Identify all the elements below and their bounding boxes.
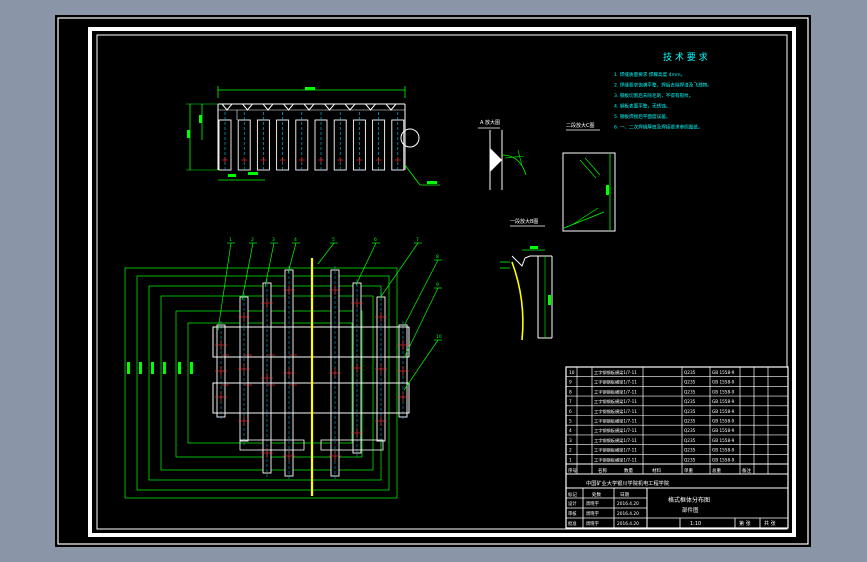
leader-number: 7 <box>416 237 419 243</box>
part-standard: GB 1558-9 <box>712 419 735 424</box>
drawing-subtitle: 部件图 <box>682 506 699 514</box>
part-name: 工字钢钢板横梁1/7-11 <box>594 379 637 386</box>
part-name: 工字钢钢板横梁1/7-11 <box>594 388 637 395</box>
part-number: 3 <box>569 438 572 444</box>
drawing-name: 格式框体分布图 <box>668 496 710 504</box>
sign-header-cell: 日期 <box>620 492 629 498</box>
part-material: Q235 <box>684 457 696 462</box>
part-name: 工字钢钢板横梁1/7-11 <box>594 398 637 405</box>
leader-number: 4 <box>294 237 297 243</box>
part-number: 6 <box>569 409 572 415</box>
scale-value: 1:10 <box>690 521 701 527</box>
sign-date: 2016.4.20 <box>617 521 639 527</box>
title-block: 10 工字钢钢板横梁1/7-11 Q235 GB 1558-9 9 工字钢钢板横梁1/7-… <box>565 366 789 529</box>
sign-role: 设计 <box>568 500 577 507</box>
part-standard: GB 1558-9 <box>712 457 735 462</box>
part-standard: GB 1558-9 <box>712 438 735 443</box>
leader-number: 3 <box>272 237 275 243</box>
part-number: 4 <box>569 428 572 434</box>
tech-item: 1. 焊缝质量要求 焊脚高度 4mm。 <box>614 71 685 78</box>
part-number: 8 <box>569 389 572 395</box>
part-material: Q235 <box>684 380 696 385</box>
part-standard: GB 1558-9 <box>712 399 735 404</box>
company-name: 中国矿业大学银川学院机电工程学院 <box>586 479 670 487</box>
sign-role: 审核 <box>568 510 577 517</box>
part-number: 5 <box>569 419 572 425</box>
sign-name: 周晓宇 <box>586 520 599 527</box>
part-name: 工字钢钢板横梁1/7-11 <box>594 437 637 444</box>
part-name: 工字钢钢板横梁1/7-11 <box>594 447 637 454</box>
table-header-cell: 材料 <box>652 467 661 474</box>
detail-a-label: A 放大图 <box>480 119 500 126</box>
part-standard: GB 1558-9 <box>712 370 735 375</box>
tech-title: 技 术 要 求 <box>663 51 708 63</box>
part-name: 工字钢钢板横梁1/7-11 <box>594 427 637 434</box>
part-number: 7 <box>569 399 572 405</box>
table-header-cell: 名称 <box>598 467 607 474</box>
part-standard: GB 1558-9 <box>712 380 735 385</box>
leader-number: 8 <box>436 254 439 260</box>
part-standard: GB 1558-9 <box>712 448 735 453</box>
part-material: Q235 <box>684 438 696 443</box>
table-header-cell: 序号 <box>568 467 577 474</box>
tech-item: 3. 钢板切割后去除毛刺，不得有裂纹。 <box>614 92 693 99</box>
leader-number: 6 <box>374 237 377 243</box>
detail-b-label: 一段放大B图 <box>510 218 538 225</box>
tech-item: 5. 钢板焊接后平面度误差。 <box>614 113 670 120</box>
part-name: 工字钢钢板横梁1/7-11 <box>594 408 637 415</box>
leader-number: 1 <box>229 237 232 243</box>
table-header-cell: 备注 <box>742 467 751 474</box>
part-standard: GB 1558-9 <box>712 428 735 433</box>
table-header-cell: 总重 <box>712 467 721 474</box>
leader-number: 5 <box>332 237 335 243</box>
part-material: Q235 <box>684 399 696 404</box>
tech-item: 2. 焊缝要求饱满平整，焊后去除焊渣及飞溅物。 <box>614 82 712 89</box>
tech-item: 6. 一、二次焊缝厚度及焊接要求参照图纸。 <box>614 124 703 131</box>
part-standard: GB 1558-9 <box>712 389 735 394</box>
sign-date: 2016.4.20 <box>617 501 639 507</box>
part-material: Q235 <box>684 428 696 433</box>
leader-number: 9 <box>436 282 439 288</box>
sheet-total: 共 张 <box>764 520 776 527</box>
part-number: 10 <box>569 370 575 376</box>
part-number: 1 <box>569 457 572 463</box>
sign-header-cell: 标记 <box>568 491 577 498</box>
part-name: 工字钢钢板横梁1/7-11 <box>594 369 637 376</box>
part-number: 2 <box>569 448 572 454</box>
part-name: 工字钢钢板横梁1/7-11 <box>594 456 637 463</box>
sign-role: 批准 <box>568 520 577 527</box>
part-material: Q235 <box>684 409 696 414</box>
sign-date: 2016.4.20 <box>617 511 639 517</box>
leader-number: 10 <box>436 334 442 340</box>
part-name: 工字钢钢板横梁1/7-11 <box>594 418 637 425</box>
part-material: Q235 <box>684 419 696 424</box>
sheet-number: 第 张 <box>739 520 751 527</box>
tech-item: 4. 钢板表面平整，无锈蚀。 <box>614 103 670 110</box>
cad-viewport[interactable]: 技 术 要 求 1. 焊缝质量要求 焊脚高度 4mm。 2. 焊缝要求饱满平整，焊… <box>0 0 867 562</box>
sign-name: 周晓宇 <box>586 500 599 507</box>
table-header-cell: 单重 <box>684 467 693 474</box>
part-number: 9 <box>569 380 572 386</box>
part-material: Q235 <box>684 370 696 375</box>
part-material: Q235 <box>684 448 696 453</box>
part-material: Q235 <box>684 389 696 394</box>
detail-c-label: 二段放大C图 <box>566 122 595 129</box>
table-header-cell: 数量 <box>624 467 633 474</box>
sign-header-cell: 处数 <box>592 491 601 498</box>
sign-name: 周晓宇 <box>586 510 599 517</box>
leader-number: 2 <box>251 237 254 243</box>
part-standard: GB 1558-9 <box>712 409 735 414</box>
